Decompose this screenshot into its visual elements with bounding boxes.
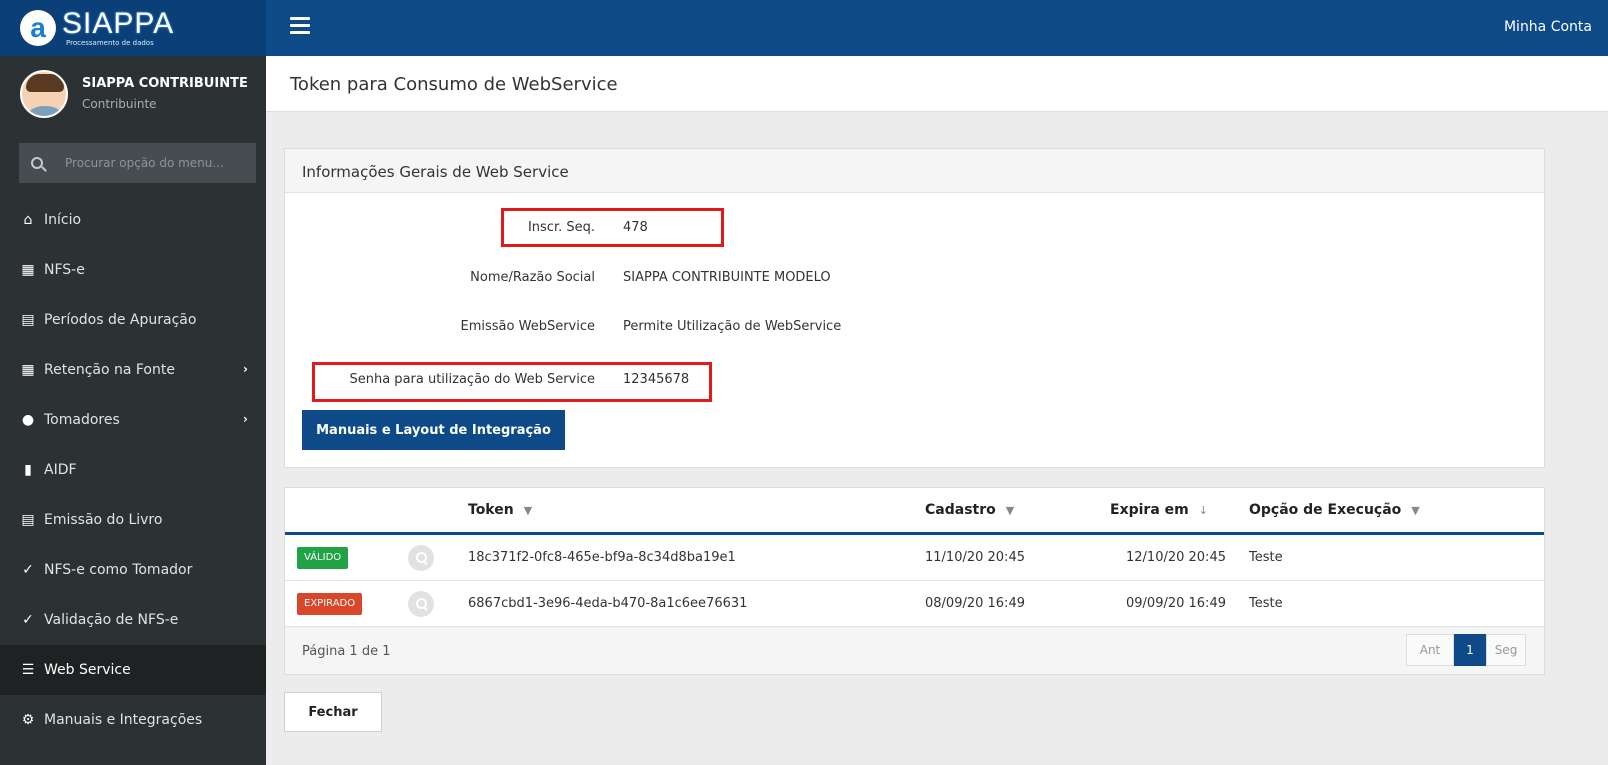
sidebar-item-label: NFS-e <box>44 262 85 278</box>
pagination: Ant 1 Seg <box>1406 634 1526 666</box>
sidebar-item-label: Tomadores <box>44 412 120 428</box>
pager-current-page[interactable]: 1 <box>1454 634 1486 666</box>
highlight-box <box>312 362 712 402</box>
cadastro-cell: 08/09/20 16:49 <box>925 596 1025 611</box>
check-circle-icon: ✓ <box>22 612 34 628</box>
token-cell: 6867cbd1-3e96-4eda-b470-8a1c6ee76631 <box>468 596 748 611</box>
search-icon <box>31 157 43 169</box>
logo-subtitle: Processamento de dados <box>66 39 154 47</box>
check-circle-icon: ✓ <box>22 562 34 578</box>
sidebar-item-validacao-de-nfs-e[interactable]: ✓ Validação de NFS-e <box>0 595 266 645</box>
bookmark-icon: ▮ <box>24 462 32 478</box>
chevron-right-icon: › <box>243 362 248 376</box>
grid-footer: Página 1 de 1 Ant 1 Seg <box>285 627 1544 674</box>
status-badge: EXPIRADO <box>297 593 363 615</box>
sidebar: SIAPPA CONTRIBUINTE Contribuinte ⌂ Início… <box>0 56 266 765</box>
list-check-icon: ☰ <box>21 662 35 678</box>
pager-prev-button[interactable]: Ant <box>1406 634 1454 666</box>
page-title: Token para Consumo de WebService <box>290 74 618 95</box>
sort-desc-icon: ↓ <box>1198 504 1208 517</box>
avatar <box>20 69 68 118</box>
menu-search-input[interactable] <box>65 156 255 170</box>
sort-icon: ▼ <box>1411 504 1420 517</box>
search-icon[interactable] <box>408 545 434 571</box>
sidebar-item-inicio[interactable]: ⌂ Início <box>0 195 266 245</box>
sidebar-item-label: Retenção na Fonte <box>44 362 175 378</box>
search-icon[interactable] <box>408 591 434 617</box>
page-info: Página 1 de 1 <box>302 644 391 659</box>
gears-icon: ⚙ <box>21 712 35 728</box>
calendar-icon: ▤ <box>21 312 35 328</box>
pager-next-button[interactable]: Seg <box>1486 634 1526 666</box>
sidebar-item-manuais-e-integracoes[interactable]: ⚙ Manuais e Integrações <box>0 695 266 745</box>
invoice-icon: ▦ <box>21 262 35 278</box>
logo-name: SIAPPA <box>62 7 175 40</box>
column-opcao[interactable]: Opção de Execução ▼ <box>1249 502 1420 518</box>
column-expira[interactable]: Expira em ↓ <box>1110 502 1208 518</box>
sidebar-item-nfs-e[interactable]: ▦ NFS-e <box>0 245 266 295</box>
sidebar-item-nfs-e-como-tomador[interactable]: ✓ NFS-e como Tomador <box>0 545 266 595</box>
sidebar-item-label: Início <box>44 212 82 228</box>
user-role: Contribuinte <box>82 97 157 111</box>
sidebar-item-web-service[interactable]: ☰ Web Service <box>0 645 266 695</box>
nome-label: Nome/Razão Social <box>470 270 595 285</box>
expira-cell: 12/10/20 20:45 <box>1126 550 1226 565</box>
opcao-cell: Teste <box>1249 550 1283 565</box>
invoice-icon: ▦ <box>21 362 35 378</box>
token-cell: 18c371f2-0fc8-465e-bf9a-8c34d8ba19e1 <box>468 550 736 565</box>
cadastro-cell: 11/10/20 20:45 <box>925 550 1025 565</box>
emissao-value: Permite Utilização de WebService <box>623 319 842 334</box>
column-cadastro[interactable]: Cadastro ▼ <box>925 502 1014 518</box>
sidebar-item-label: AIDF <box>44 462 77 478</box>
menu-toggle-icon[interactable] <box>290 17 310 39</box>
table-row[interactable]: EXPIRADO 6867cbd1-3e96-4eda-b470-8a1c6ee… <box>285 581 1544 627</box>
info-panel: Informações Gerais de Web Service Inscr.… <box>284 148 1545 468</box>
sidebar-item-periodos-de-apuracao[interactable]: ▤ Períodos de Apuração <box>0 295 266 345</box>
sidebar-item-label: NFS-e como Tomador <box>44 562 193 578</box>
opcao-cell: Teste <box>1249 596 1283 611</box>
nome-value: SIAPPA CONTRIBUINTE MODELO <box>623 270 831 285</box>
column-token[interactable]: Token ▼ <box>468 502 532 518</box>
info-panel-title: Informações Gerais de Web Service <box>285 149 1544 193</box>
chevron-right-icon: › <box>243 412 248 426</box>
account-link[interactable]: Minha Conta <box>1504 19 1592 35</box>
expira-cell: 09/09/20 16:49 <box>1126 596 1226 611</box>
sidebar-item-label: Manuais e Integrações <box>44 712 203 728</box>
sidebar-item-tomadores[interactable]: ● Tomadores › <box>0 395 266 445</box>
sort-icon: ▼ <box>523 504 533 517</box>
logo-mark-icon: a <box>20 10 56 46</box>
status-badge: VÁLIDO <box>297 547 349 569</box>
table-row[interactable]: VÁLIDO 18c371f2-0fc8-465e-bf9a-8c34d8ba1… <box>285 535 1544 581</box>
sidebar-item-label: Web Service <box>44 662 131 678</box>
sidebar-item-label: Emissão do Livro <box>44 512 163 528</box>
sort-icon: ▼ <box>1005 504 1015 517</box>
user-icon: ● <box>21 412 35 428</box>
highlight-box <box>501 208 724 247</box>
sidebar-menu: ⌂ Início ▦ NFS-e ▤ Períodos de Apuração ▦ Reten… <box>0 195 266 745</box>
sidebar-item-retencao-na-fonte[interactable]: ▦ Retenção na Fonte › <box>0 345 266 395</box>
menu-search <box>19 143 256 183</box>
top-bar: a SIAPPA Processamento de dados Minha Co… <box>0 0 1608 56</box>
sidebar-item-emissao-do-livro[interactable]: ▤ Emissão do Livro <box>0 495 266 545</box>
sidebar-item-label: Validação de NFS-e <box>44 612 179 628</box>
page-header: Token para Consumo de WebService <box>266 56 1608 112</box>
grid-header: Token ▼ Cadastro ▼ Expira em ↓ Opção de Exe… <box>285 488 1544 535</box>
user-profile: SIAPPA CONTRIBUINTE Contribuinte <box>0 56 266 131</box>
close-button[interactable]: Fechar <box>284 692 382 732</box>
user-name: SIAPPA CONTRIBUINTE <box>82 76 248 91</box>
token-grid: Token ▼ Cadastro ▼ Expira em ↓ Opção de Exe… <box>284 487 1545 675</box>
logo[interactable]: a SIAPPA Processamento de dados <box>0 0 266 56</box>
sidebar-item-aidf[interactable]: ▮ AIDF <box>0 445 266 495</box>
emissao-label: Emissão WebService <box>460 319 595 334</box>
home-icon: ⌂ <box>23 212 33 228</box>
book-icon: ▤ <box>21 512 35 528</box>
sidebar-item-label: Períodos de Apuração <box>44 312 197 328</box>
manuals-button[interactable]: Manuais e Layout de Integração <box>302 410 565 450</box>
